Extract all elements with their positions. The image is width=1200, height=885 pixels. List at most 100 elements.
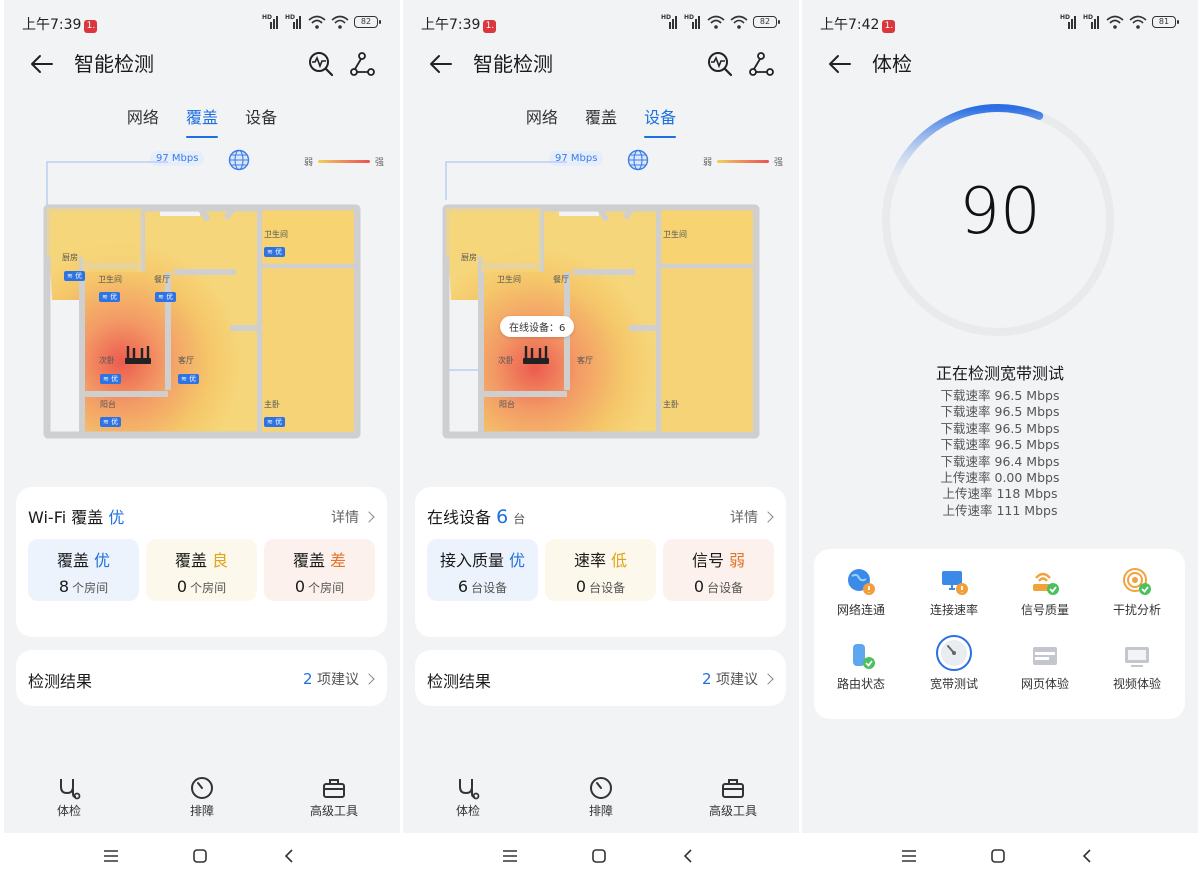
check-signal-quality[interactable]: 信号质量 xyxy=(1000,567,1090,618)
check-network-connectivity[interactable]: 网络连通 xyxy=(816,567,906,618)
menu-icon[interactable] xyxy=(102,847,120,865)
stethoscope-icon xyxy=(60,779,81,800)
bottom-nav: 体检 排障 高级工具 xyxy=(403,776,799,828)
nav-troubleshoot[interactable]: 排障 xyxy=(162,776,242,819)
gauge-icon xyxy=(191,777,213,799)
status-bar: 上午7:42 1. HD HD 81 xyxy=(802,0,1198,44)
menu-icon[interactable] xyxy=(900,847,918,865)
battery-icon: 82 xyxy=(753,16,780,28)
cell-signal-icon: HD xyxy=(262,15,280,29)
room-quality-badge: ≋ 优 xyxy=(155,284,177,303)
screen-devices: 上午7:39 1. HD HD 82 智能检测 网络 覆盖 设备 97 Mbps … xyxy=(403,0,799,885)
router-icon xyxy=(523,346,549,364)
back-arrow-icon[interactable] xyxy=(425,50,455,78)
device-floor-map[interactable]: 97 Mbps 弱强 厨房 卫生间 卫生间 餐厅 次卧 客厅 阳台 主卧 在线设… xyxy=(403,140,799,450)
check-broadband-test[interactable]: 宽带测试 xyxy=(909,635,999,692)
online-devices-tooltip: 在线设备：6 xyxy=(500,316,575,337)
back-arrow-icon[interactable] xyxy=(824,50,854,78)
home-icon[interactable] xyxy=(989,847,1007,865)
details-link[interactable]: 详情 xyxy=(730,507,774,527)
home-icon[interactable] xyxy=(590,847,608,865)
suggestions-link[interactable]: 2 项建议 xyxy=(303,669,375,689)
video-icon xyxy=(1125,647,1149,667)
tab-coverage[interactable]: 覆盖 xyxy=(185,104,219,138)
floor-plan xyxy=(442,161,760,439)
hotspot-icon xyxy=(331,15,349,29)
tab-coverage[interactable]: 覆盖 xyxy=(585,104,617,138)
room-label: 餐厅 xyxy=(553,275,569,284)
screen-checkup: 上午7:42 1. HD HD 81 体检 90 正在检测宽带测试 下载速率 96… xyxy=(802,0,1198,885)
chevron-right-icon xyxy=(363,673,375,685)
check-web-experience[interactable]: 网页体验 xyxy=(1000,641,1090,692)
page-title: 智能检测 xyxy=(74,52,154,76)
status-time: 上午7:39 1. xyxy=(22,14,98,34)
system-nav-bar xyxy=(802,833,1198,885)
low-rate-tile[interactable]: 速率 低 0 台设备 xyxy=(545,539,656,601)
coverage-good-tile[interactable]: 覆盖 优 8 个房间 xyxy=(28,539,139,601)
floor-plan xyxy=(43,161,361,439)
details-link[interactable]: 详情 xyxy=(331,507,375,527)
hotspot-icon xyxy=(730,15,748,29)
bottom-nav: 体检 排障 高级工具 xyxy=(4,776,400,828)
nav-checkup[interactable]: 体检 xyxy=(29,776,109,819)
home-icon[interactable] xyxy=(191,847,209,865)
diagnose-search-icon[interactable] xyxy=(307,50,335,78)
room-quality-badge: ≋ 优 xyxy=(264,409,286,428)
check-interference[interactable]: 干扰分析 xyxy=(1092,567,1182,618)
room-quality-badge: ≋ 优 xyxy=(264,239,286,258)
log-line: 上传速率 118 Mbps xyxy=(942,486,1058,502)
room-label: 卫生间 xyxy=(497,275,521,284)
menu-icon[interactable] xyxy=(501,847,519,865)
nav-checkup[interactable]: 体检 xyxy=(428,776,508,819)
tab-devices[interactable]: 设备 xyxy=(245,104,277,138)
topology-icon[interactable] xyxy=(348,50,376,78)
page-title: 体检 xyxy=(872,52,912,76)
check-link-rate[interactable]: 连接速率 xyxy=(909,567,999,618)
back-icon[interactable] xyxy=(1078,847,1096,865)
system-nav-bar xyxy=(403,833,799,885)
cell-signal-icon: HD xyxy=(684,15,702,29)
notification-badge: 1. xyxy=(882,20,896,33)
weak-signal-tile[interactable]: 信号 弱 0 台设备 xyxy=(663,539,774,601)
room-quality-badge: ≋ 优 xyxy=(178,366,200,385)
check-video-experience[interactable]: 视频体验 xyxy=(1092,641,1182,692)
detection-result-card[interactable]: 检测结果 2 项建议 xyxy=(415,650,786,706)
topology-icon[interactable] xyxy=(747,50,775,78)
coverage-fair-tile[interactable]: 覆盖 良 0 个房间 xyxy=(146,539,257,601)
coverage-rating: 优 xyxy=(108,508,125,527)
back-icon[interactable] xyxy=(679,847,697,865)
tab-network[interactable]: 网络 xyxy=(127,104,159,138)
coverage-poor-tile[interactable]: 覆盖 差 0 个房间 xyxy=(264,539,375,601)
coverage-floor-map[interactable]: 97 Mbps 弱强 厨房 卫生间 卫生间 餐厅 次卧 客厅 阳台 主卧 ≋ 优… xyxy=(4,140,400,450)
device-count: 6 xyxy=(496,506,509,528)
nav-troubleshoot[interactable]: 排障 xyxy=(561,776,641,819)
access-quality-tile[interactable]: 接入质量 优 6 台设备 xyxy=(427,539,538,601)
gauge-progress-arc xyxy=(889,104,1044,185)
card-title: Wi-Fi 覆盖 xyxy=(28,508,104,527)
back-arrow-icon[interactable] xyxy=(26,50,56,78)
cell-signal-icon: HD xyxy=(1083,15,1101,29)
toolbox-icon xyxy=(722,779,744,798)
room-label: 次卧 xyxy=(99,356,115,365)
detection-result-card[interactable]: 检测结果 2 项建议 xyxy=(16,650,387,706)
log-line: 下载速率 96.5 Mbps xyxy=(940,420,1060,436)
router-ok-icon xyxy=(1033,572,1059,595)
router-icon xyxy=(125,346,151,364)
battery-icon: 82 xyxy=(354,16,381,28)
wifi-coverage-card: Wi-Fi 覆盖 优 详情 覆盖 优 8 个房间 覆盖 良 0 个房间 覆盖 差 0… xyxy=(16,487,387,637)
checkup-score: 90 xyxy=(959,175,1041,249)
chevron-right-icon xyxy=(363,511,375,523)
room-label: 客厅 xyxy=(577,356,593,365)
tab-network[interactable]: 网络 xyxy=(526,104,558,138)
tab-devices[interactable]: 设备 xyxy=(644,104,677,138)
online-devices-card: 在线设备 6 台 详情 接入质量 优 6 台设备 速率 低 0 台设备 信号 弱 0… xyxy=(415,487,786,637)
back-icon[interactable] xyxy=(280,847,298,865)
check-router-status[interactable]: 路由状态 xyxy=(816,641,906,692)
suggestions-link[interactable]: 2 项建议 xyxy=(702,669,774,689)
room-label: 客厅 xyxy=(178,356,194,365)
room-label: 次卧 xyxy=(498,356,514,365)
system-nav-bar xyxy=(4,833,400,885)
nav-advanced-tools[interactable]: 高级工具 xyxy=(294,776,374,819)
nav-advanced-tools[interactable]: 高级工具 xyxy=(693,776,773,819)
diagnose-search-icon[interactable] xyxy=(706,50,734,78)
